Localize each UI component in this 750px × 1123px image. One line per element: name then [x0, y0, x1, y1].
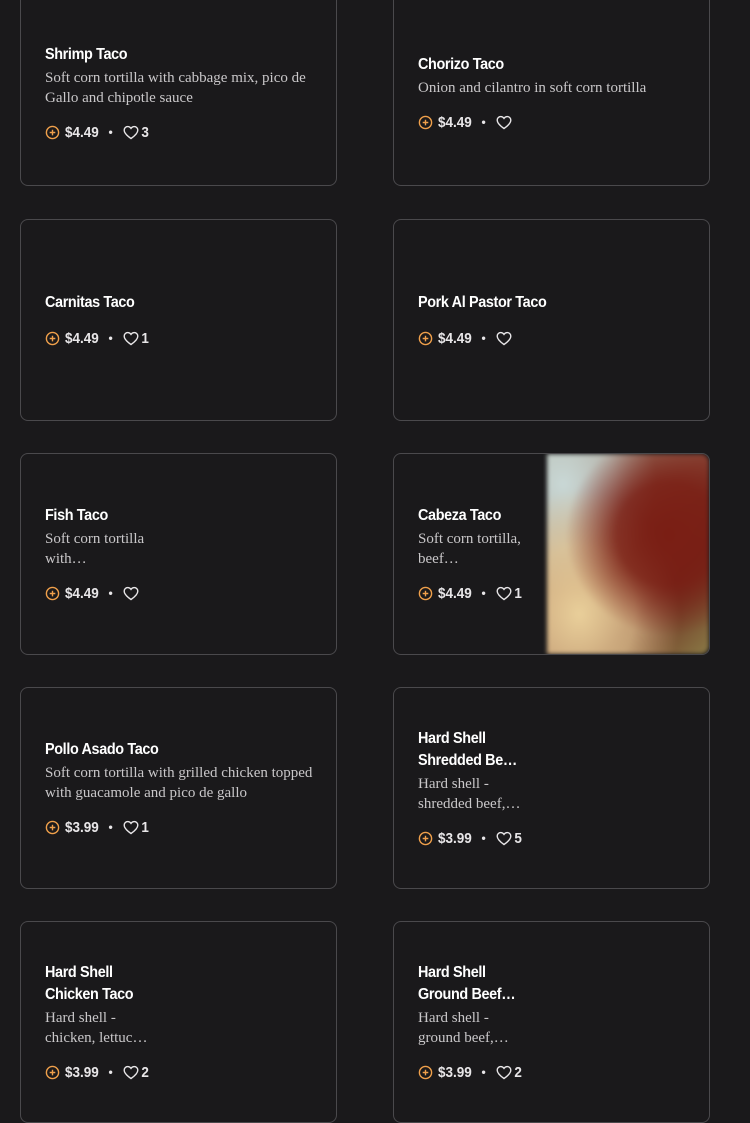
menu-item-description: Soft corn tortilla with cabbage mix, pic…: [45, 70, 306, 106]
menu-item-price: $4.49: [65, 329, 99, 347]
separator-dot: •: [481, 331, 486, 345]
menu-item-meta: $4.49 •: [418, 112, 689, 132]
menu-item-card[interactable]: Pork Al Pastor Taco $4.49 •: [393, 219, 710, 421]
menu-item-description: Soft corn tortilla, beef…: [418, 531, 521, 567]
menu-item-price: $4.49: [438, 113, 472, 131]
food-image: [547, 454, 709, 654]
menu-item-grid: Shrimp Taco Soft corn tortilla with cabb…: [0, 0, 750, 1123]
menu-item-meta: $3.99 • 2: [45, 1062, 155, 1082]
like-count: 1: [141, 818, 149, 836]
plus-circle-icon[interactable]: [45, 331, 60, 346]
like-count: 2: [514, 1063, 522, 1081]
menu-item-description: Hard shell - ground beef,…: [418, 1010, 509, 1046]
menu-item-description: Soft corn tortilla with…: [45, 531, 145, 567]
menu-item-price: $4.49: [65, 584, 99, 602]
menu-item-meta: $3.99 • 2: [418, 1062, 528, 1082]
heart-outline-icon[interactable]: [123, 331, 139, 346]
menu-item-title: Hard Shell Ground Beef…: [418, 964, 516, 1003]
menu-item-content: Carnitas Taco $4.49 • 1: [45, 220, 316, 420]
separator-dot: •: [108, 586, 113, 600]
menu-item-content: Fish Taco Soft corn tortilla with… $4.49…: [45, 454, 155, 654]
menu-item-price: $3.99: [438, 1063, 472, 1081]
heart-outline-icon[interactable]: [496, 331, 512, 346]
menu-item-card[interactable]: Chorizo Taco Onion and cilantro in soft …: [393, 0, 710, 186]
menu-item-meta: $4.49 • 1: [418, 583, 528, 603]
menu-item-card[interactable]: Pollo Asado Taco Soft corn tortilla with…: [20, 687, 337, 889]
plus-circle-icon[interactable]: [418, 586, 433, 601]
plus-circle-icon[interactable]: [45, 586, 60, 601]
like-count: 1: [141, 329, 149, 347]
menu-item-price: $4.49: [438, 584, 472, 602]
separator-dot: •: [481, 1065, 486, 1079]
heart-outline-icon[interactable]: [123, 820, 139, 835]
heart-outline-icon[interactable]: [496, 1065, 512, 1080]
menu-item-title: Cabeza Taco: [418, 507, 502, 524]
like-count: 1: [514, 584, 522, 602]
like-count: 2: [141, 1063, 149, 1081]
plus-circle-icon[interactable]: [45, 1065, 60, 1080]
like-count: 3: [141, 123, 149, 141]
menu-item-meta: $3.99 • 5: [418, 828, 528, 848]
plus-circle-icon[interactable]: [418, 831, 433, 846]
menu-item-title: Pollo Asado Taco: [45, 741, 159, 758]
menu-item-title: Pork Al Pastor Taco: [418, 294, 547, 311]
plus-circle-icon[interactable]: [45, 125, 60, 140]
menu-item-description: Soft corn tortilla with grilled chicken …: [45, 765, 313, 801]
plus-circle-icon[interactable]: [45, 820, 60, 835]
menu-item-price: $4.49: [65, 123, 99, 141]
heart-outline-icon[interactable]: [496, 831, 512, 846]
menu-item-card[interactable]: Shrimp Taco Soft corn tortilla with cabb…: [20, 0, 337, 186]
menu-item-price: $3.99: [65, 818, 99, 836]
menu-item-price: $3.99: [438, 829, 472, 847]
menu-item-card[interactable]: Hard Shell Chicken Taco Hard shell - chi…: [20, 921, 337, 1123]
menu-item-meta: $4.49 •: [45, 583, 155, 603]
menu-item-title: Hard Shell Shredded Be…: [418, 730, 517, 769]
menu-item-content: Chorizo Taco Onion and cilantro in soft …: [418, 0, 689, 185]
menu-item-card[interactable]: Hard Shell Shredded Be… Hard shell - shr…: [393, 687, 710, 889]
menu-item-description: Hard shell - chicken, lettuc…: [45, 1010, 148, 1046]
plus-circle-icon[interactable]: [418, 115, 433, 130]
menu-item-content: Cabeza Taco Soft corn tortilla, beef… $4…: [418, 454, 528, 654]
menu-item-content: Hard Shell Chicken Taco Hard shell - chi…: [45, 922, 155, 1122]
menu-item-title: Chorizo Taco: [418, 56, 504, 73]
heart-outline-icon[interactable]: [496, 115, 512, 130]
separator-dot: •: [108, 1065, 113, 1079]
separator-dot: •: [108, 125, 113, 139]
menu-item-price: $3.99: [65, 1063, 99, 1081]
menu-item-title: Shrimp Taco: [45, 46, 128, 63]
menu-item-card[interactable]: Hard Shell Ground Beef… Hard shell - gro…: [393, 921, 710, 1123]
heart-outline-icon[interactable]: [123, 1065, 139, 1080]
separator-dot: •: [108, 331, 113, 345]
menu-item-card[interactable]: Cabeza Taco Soft corn tortilla, beef… $4…: [393, 453, 710, 655]
separator-dot: •: [481, 115, 486, 129]
menu-item-price: $4.49: [438, 329, 472, 347]
menu-item-card[interactable]: Carnitas Taco $4.49 • 1: [20, 219, 337, 421]
menu-item-meta: $4.49 •: [418, 328, 689, 348]
plus-circle-icon[interactable]: [418, 1065, 433, 1080]
menu-item-meta: $3.99 • 1: [45, 817, 316, 837]
menu-item-description: Hard shell - shredded beef,…: [418, 776, 521, 812]
menu-item-content: Pork Al Pastor Taco $4.49 •: [418, 220, 689, 420]
separator-dot: •: [108, 820, 113, 834]
menu-item-title: Fish Taco: [45, 507, 108, 524]
menu-item-content: Pollo Asado Taco Soft corn tortilla with…: [45, 688, 316, 888]
plus-circle-icon[interactable]: [418, 331, 433, 346]
like-count: 5: [514, 829, 522, 847]
menu-item-title: Hard Shell Chicken Taco: [45, 964, 134, 1003]
heart-outline-icon[interactable]: [123, 586, 139, 601]
menu-item-content: Hard Shell Ground Beef… Hard shell - gro…: [418, 922, 528, 1122]
menu-item-card[interactable]: Fish Taco Soft corn tortilla with… $4.49…: [20, 453, 337, 655]
menu-item-content: Hard Shell Shredded Be… Hard shell - shr…: [418, 688, 528, 888]
heart-outline-icon[interactable]: [496, 586, 512, 601]
heart-outline-icon[interactable]: [123, 125, 139, 140]
menu-item-meta: $4.49 • 3: [45, 122, 316, 142]
separator-dot: •: [481, 831, 486, 845]
separator-dot: •: [481, 586, 486, 600]
menu-item-description: Onion and cilantro in soft corn tortilla: [418, 80, 647, 96]
menu-item-content: Shrimp Taco Soft corn tortilla with cabb…: [45, 0, 316, 185]
menu-item-meta: $4.49 • 1: [45, 328, 316, 348]
menu-item-title: Carnitas Taco: [45, 294, 135, 311]
